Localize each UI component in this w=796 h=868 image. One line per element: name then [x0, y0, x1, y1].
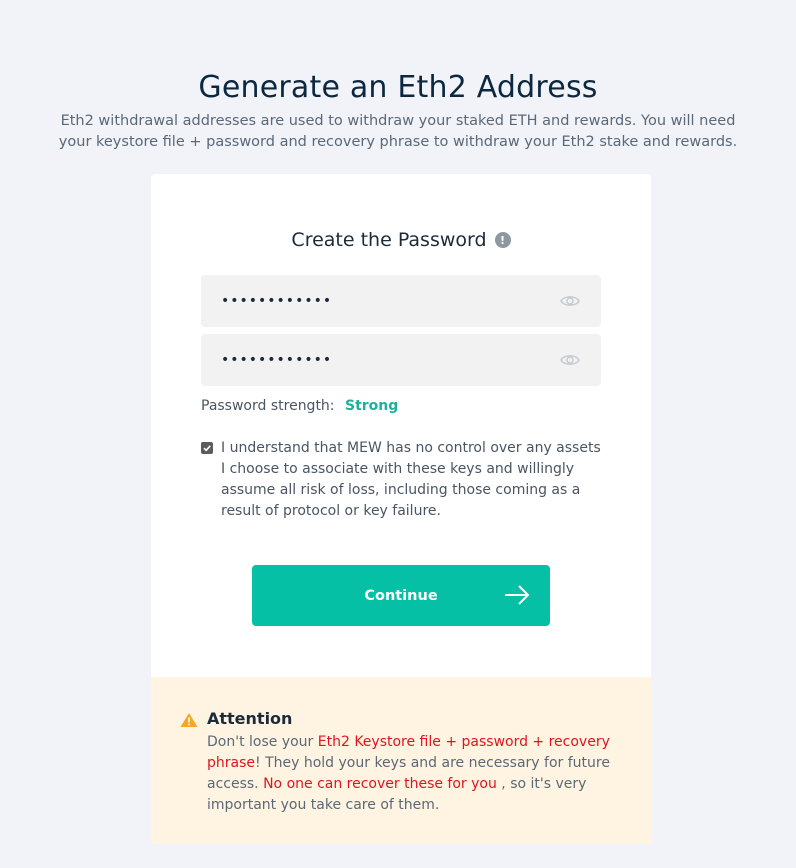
confirm-password-input[interactable] — [221, 352, 559, 368]
eye-icon[interactable] — [559, 290, 581, 312]
attention-body: Don't lose your Eth2 Keystore file + pas… — [207, 732, 617, 816]
password-strength: Password strength: Strong — [201, 398, 398, 414]
attention-box: Attention Don't lose your Eth2 Keystore … — [151, 677, 651, 844]
warning-icon — [180, 712, 198, 732]
attention-text: Don't lose your — [207, 734, 318, 750]
confirm-password-field[interactable] — [201, 334, 601, 386]
card-title: Create the Password — [291, 229, 487, 251]
card-title-row: Create the Password ! — [151, 229, 651, 251]
strength-value: Strong — [344, 398, 399, 414]
strength-label: Password strength: — [201, 398, 335, 414]
attention-highlight: No one can recover these for you — [263, 776, 497, 792]
continue-button[interactable]: Continue — [252, 565, 550, 626]
terms-row: I understand that MEW has no control ove… — [201, 438, 601, 522]
eye-icon[interactable] — [559, 349, 581, 371]
attention-title: Attention — [207, 709, 293, 728]
continue-label: Continue — [364, 587, 438, 604]
password-field[interactable] — [201, 275, 601, 327]
page-title: Generate an Eth2 Address — [198, 70, 598, 105]
password-card: Create the Password ! Password st — [151, 174, 651, 677]
generate-eth2-page: Generate an Eth2 Address Eth2 withdrawal… — [0, 0, 796, 868]
terms-checkbox[interactable] — [201, 442, 213, 454]
password-input[interactable] — [221, 293, 559, 309]
page-subtitle: Eth2 withdrawal addresses are used to wi… — [58, 113, 738, 150]
info-icon[interactable]: ! — [494, 232, 511, 248]
arrow-right-icon — [504, 584, 530, 610]
terms-text: I understand that MEW has no control ove… — [221, 440, 601, 519]
